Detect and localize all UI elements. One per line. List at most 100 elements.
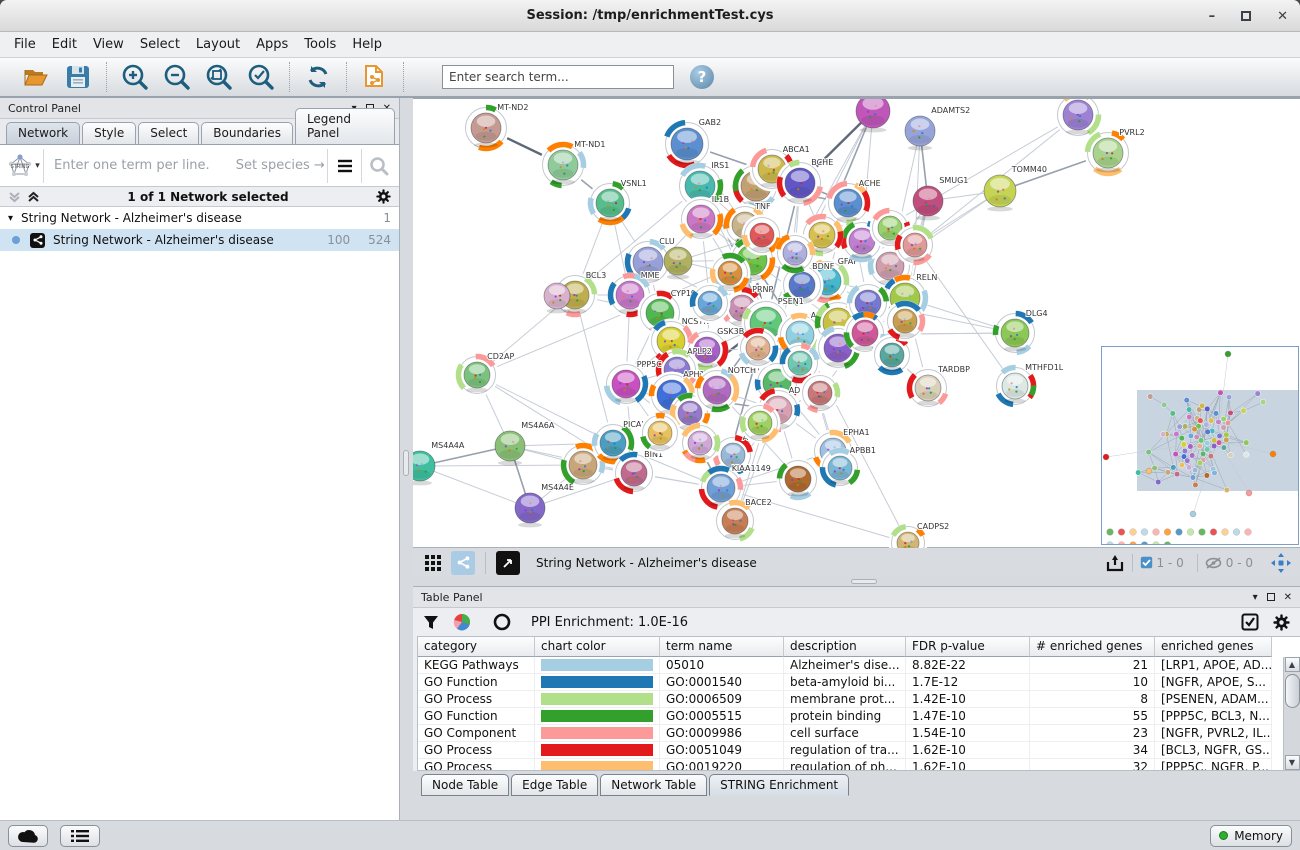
scroll-thumb[interactable] xyxy=(1285,674,1300,708)
grid-view-icon[interactable] xyxy=(421,551,445,575)
string-logo-icon[interactable]: STRING ▾ xyxy=(4,149,44,183)
graph-edge[interactable] xyxy=(477,375,613,443)
cell-term-name[interactable]: GO:0005515 xyxy=(660,708,784,725)
column-header-fdr-p-value[interactable]: FDR p-value xyxy=(906,637,1030,657)
menu-apps[interactable]: Apps xyxy=(248,34,296,55)
minimize-button[interactable]: – xyxy=(1209,10,1216,23)
cell-enriched-genes[interactable]: [LRP1, APOE, AD... xyxy=(1155,657,1272,674)
tab-string-enrichment[interactable]: STRING Enrichment xyxy=(709,774,849,796)
graph-node[interactable] xyxy=(885,301,926,342)
cell-term-name[interactable]: GO:0006509 xyxy=(660,691,784,708)
graph-node[interactable] xyxy=(856,99,890,132)
maximize-button[interactable] xyxy=(1241,11,1251,21)
cell-enriched-count[interactable]: 34 xyxy=(1030,742,1155,759)
cell-term-name[interactable]: GO:0001540 xyxy=(660,674,784,691)
table-settings-gear-icon[interactable] xyxy=(1273,614,1290,631)
tab-boundaries[interactable]: Boundaries xyxy=(201,122,293,144)
cell-enriched-count[interactable]: 32 xyxy=(1030,759,1155,771)
cell-description[interactable]: cell surface xyxy=(784,725,906,742)
graph-node[interactable] xyxy=(664,247,692,279)
collapse-all-icon[interactable] xyxy=(8,191,21,203)
expand-all-icon[interactable] xyxy=(27,191,40,203)
graph-node-mt-nd1[interactable]: MT-ND1 xyxy=(540,140,606,189)
set-species-label[interactable]: Set species → xyxy=(236,158,325,173)
zoom-fit-icon[interactable] xyxy=(205,63,233,91)
table-panel-float-icon[interactable] xyxy=(1267,593,1275,601)
cell-enriched-count[interactable]: 8 xyxy=(1030,691,1155,708)
tab-edge-table[interactable]: Edge Table xyxy=(511,774,598,796)
string-style-icon[interactable] xyxy=(451,551,475,575)
cell-enriched-genes[interactable]: [PSENEN, ADAM... xyxy=(1155,691,1272,708)
birds-eye-view[interactable] xyxy=(1101,346,1299,545)
select-columns-icon[interactable] xyxy=(1241,613,1259,631)
graph-node-vsnl1[interactable]: VSNL1 xyxy=(588,179,647,226)
cell-description[interactable]: Alzheimer's dise... xyxy=(784,657,906,674)
graph-node[interactable] xyxy=(775,233,816,274)
graph-node[interactable] xyxy=(640,413,681,454)
cell-enriched-genes[interactable]: [BCL3, NGFR, GS... xyxy=(1155,742,1272,759)
menu-tools[interactable]: Tools xyxy=(296,34,344,55)
graph-node-dlg4[interactable]: DLG4 xyxy=(993,309,1048,356)
cell-description[interactable]: membrane prot... xyxy=(784,691,906,708)
cell-chart-color[interactable] xyxy=(535,691,660,708)
network-options-gear-icon[interactable] xyxy=(376,189,391,204)
tab-node-table[interactable]: Node Table xyxy=(421,774,509,796)
cell-fdr-p-value[interactable]: 1.47E-10 xyxy=(906,708,1030,725)
panel-splitter[interactable] xyxy=(400,98,413,820)
column-header-description[interactable]: description xyxy=(784,637,906,657)
cell-term-name[interactable]: 05010 xyxy=(660,657,784,674)
collection-caret-icon[interactable]: ▾ xyxy=(8,213,13,224)
cell-enriched-genes[interactable]: [NGFR, PVRL2, IL... xyxy=(1155,725,1272,742)
table-panel-close-icon[interactable]: ✕ xyxy=(1284,592,1292,603)
graph-node-pvrl2[interactable]: PVRL2 xyxy=(1085,128,1145,177)
memory-button[interactable]: Memory xyxy=(1210,825,1292,847)
refresh-icon[interactable] xyxy=(304,63,332,91)
table-splitter[interactable] xyxy=(413,577,1300,586)
cell-fdr-p-value[interactable]: 1.62E-10 xyxy=(906,759,1030,771)
column-header-chart-color[interactable]: chart color xyxy=(535,637,660,657)
string-options-icon[interactable] xyxy=(327,149,361,183)
tab-legend-panel[interactable]: Legend Panel xyxy=(295,108,395,144)
string-dropdown-caret[interactable]: ▾ xyxy=(35,161,40,171)
cell-description[interactable]: protein binding xyxy=(784,708,906,725)
graph-node[interactable] xyxy=(680,423,721,464)
table-scrollbar[interactable]: ▲ ▼ xyxy=(1283,657,1300,770)
graph-node[interactable] xyxy=(800,373,841,414)
open-session-icon[interactable] xyxy=(22,63,50,91)
graph-node-tomm40[interactable]: TOMM40 xyxy=(984,165,1047,211)
cell-category[interactable]: GO Process xyxy=(418,691,535,708)
cell-term-name[interactable]: GO:0009986 xyxy=(660,725,784,742)
save-session-icon[interactable] xyxy=(64,63,92,91)
menu-help[interactable]: Help xyxy=(344,34,390,55)
cell-fdr-p-value[interactable]: 1.62E-10 xyxy=(906,742,1030,759)
tab-select[interactable]: Select xyxy=(138,122,199,144)
export-network-icon[interactable] xyxy=(1104,552,1126,574)
search-input[interactable] xyxy=(442,65,674,89)
column-header-term-name[interactable]: term name xyxy=(660,637,784,657)
cell-term-name[interactable]: GO:0019220 xyxy=(660,759,784,771)
task-history-button[interactable] xyxy=(60,825,100,847)
cell-category[interactable]: KEGG Pathways xyxy=(418,657,535,674)
graph-node-ms4a6a[interactable]: MS4A6A xyxy=(495,421,555,465)
graph-node-tardbp[interactable]: TARDBP xyxy=(907,365,971,410)
graph-edge[interactable] xyxy=(420,465,583,466)
cell-category[interactable]: GO Component xyxy=(418,725,535,742)
graph-node-ms4a4a[interactable]: MS4A4A xyxy=(413,441,465,485)
graph-node[interactable] xyxy=(738,328,779,369)
column-header-category[interactable]: category xyxy=(418,637,535,657)
cell-description[interactable]: regulation of ph... xyxy=(784,759,906,771)
graph-edge[interactable] xyxy=(420,466,530,508)
graph-edge[interactable] xyxy=(575,295,613,443)
help-icon[interactable]: ? xyxy=(690,65,714,89)
cell-category[interactable]: GO Process xyxy=(418,759,535,771)
graph-node-bin1[interactable]: BIN1 xyxy=(613,450,664,495)
cell-enriched-count[interactable]: 21 xyxy=(1030,657,1155,674)
network-collection-row[interactable]: ▾ String Network - Alzheimer's disease 1 xyxy=(0,207,399,229)
cell-category[interactable]: GO Function xyxy=(418,708,535,725)
graph-node-cadps2[interactable]: CADPS2 xyxy=(889,522,950,548)
graph-node-adamts2[interactable]: ADAMTS2 xyxy=(905,106,970,150)
graph-node-apbb1[interactable]: APBB1 xyxy=(820,446,876,489)
cell-fdr-p-value[interactable]: 1.7E-12 xyxy=(906,674,1030,691)
graph-node-mthfd1l[interactable]: MTHFD1L xyxy=(994,363,1064,408)
menu-select[interactable]: Select xyxy=(132,34,188,55)
